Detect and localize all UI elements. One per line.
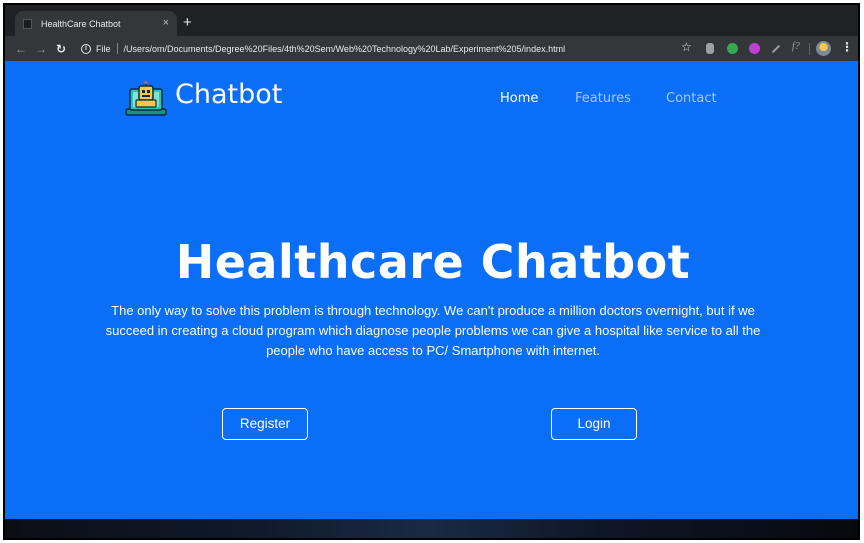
robot-laptop-logo-icon[interactable] [125,81,167,119]
extension-icon-2[interactable] [727,43,738,54]
omnibox-divider [116,43,118,54]
info-icon[interactable]: i [81,43,91,54]
browser-tab[interactable]: HealthCare Chatbot × [15,11,177,36]
nav-features[interactable]: Features [575,91,631,106]
extension-function-icon[interactable]: f? [792,41,800,52]
tab-title: HealthCare Chatbot [41,18,121,29]
profile-avatar[interactable] [816,41,831,56]
toolbar-divider [809,43,810,55]
brand-name[interactable]: Chatbot [175,79,282,110]
hero-description: The only way to solve this problem is th… [105,303,761,358]
url-text[interactable]: /Users/om/Documents/Degree%20Files/4th%2… [124,44,566,54]
menu-icon[interactable]: ⋮ [841,40,853,54]
browser-window: HealthCare Chatbot × + ← → ↻ i File /Use… [3,3,860,540]
address-bar[interactable]: i File /Users/om/Documents/Degree%20File… [81,39,693,58]
forward-icon[interactable]: → [31,42,51,56]
scheme-label: File [96,43,111,54]
back-icon[interactable]: ← [11,42,31,56]
page-content: Chatbot Home Features Contact Healthcare… [5,61,858,519]
register-button[interactable]: Register [222,408,308,440]
bookmark-star-icon[interactable]: ☆ [681,40,692,54]
extension-icon-3[interactable] [749,43,760,54]
extension-icon-1[interactable] [706,43,714,54]
new-tab-button[interactable]: + [183,15,192,30]
nav-home[interactable]: Home [500,91,538,106]
browser-toolbar: ← → ↻ i File /Users/om/Documents/Degree%… [5,36,858,61]
tab-favicon-icon [23,18,32,29]
hero-title: Healthcare Chatbot [175,235,691,289]
reload-icon[interactable]: ↻ [51,42,71,56]
nav-contact[interactable]: Contact [666,91,717,106]
login-button[interactable]: Login [551,408,637,440]
tab-close-icon[interactable]: × [163,18,169,29]
tab-strip: HealthCare Chatbot × + [5,5,858,36]
next-section-image [5,519,858,538]
extension-pen-icon[interactable] [771,44,781,54]
